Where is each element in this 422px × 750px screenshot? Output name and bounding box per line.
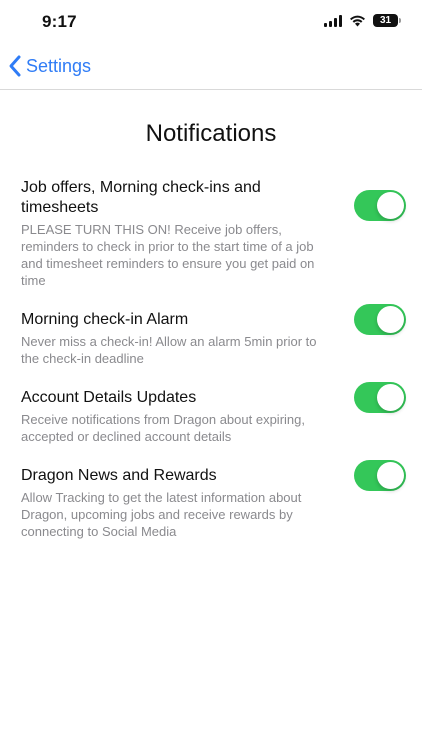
battery-icon: 31	[373, 14, 401, 27]
wifi-icon	[350, 15, 365, 26]
status-icons: 31	[324, 14, 401, 27]
toggle-morning-alarm[interactable]	[354, 304, 406, 335]
status-time: 9:17	[42, 12, 77, 31]
setting-row-account-updates: Account Details Updates Receive notifica…	[21, 382, 411, 445]
setting-description: Never miss a check-in! Allow an alarm 5m…	[21, 334, 317, 366]
back-label: Settings	[26, 55, 92, 76]
setting-row-news-rewards: Dragon News and Rewards Allow Tracking t…	[21, 460, 411, 540]
signal-icon	[324, 14, 342, 27]
back-button[interactable]: Settings	[8, 54, 91, 78]
battery-cap	[399, 18, 401, 23]
setting-description: PLEASE TURN THIS ON! Receive job offers,…	[21, 222, 315, 288]
setting-title: Morning check-in Alarm	[21, 311, 189, 328]
settings-list: Job offers, Morning check-ins and timesh…	[21, 178, 411, 561]
toggle-knob	[377, 306, 404, 333]
toggle-knob	[377, 192, 404, 219]
nav-bar: Settings	[0, 46, 422, 90]
setting-row-job-offers: Job offers, Morning check-ins and timesh…	[21, 178, 411, 289]
battery-level: 31	[379, 15, 392, 26]
toggle-knob	[377, 462, 404, 489]
setting-title: Dragon News and Rewards	[21, 467, 217, 484]
toggle-news-rewards[interactable]	[354, 460, 406, 491]
setting-title: Account Details Updates	[21, 389, 197, 406]
setting-title: Job offers, Morning check-ins and timesh…	[21, 179, 261, 216]
toggle-job-offers[interactable]	[354, 190, 406, 221]
chevron-left-icon	[9, 55, 21, 77]
status-bar: 9:17 31	[0, 0, 422, 46]
setting-row-morning-alarm: Morning check-in Alarm Never miss a chec…	[21, 304, 411, 367]
toggle-account-updates[interactable]	[354, 382, 406, 413]
toggle-knob	[377, 384, 404, 411]
page-title: Notifications	[145, 120, 277, 147]
setting-description: Receive notifications from Dragon about …	[21, 412, 305, 444]
setting-description: Allow Tracking to get the latest informa…	[21, 490, 302, 539]
